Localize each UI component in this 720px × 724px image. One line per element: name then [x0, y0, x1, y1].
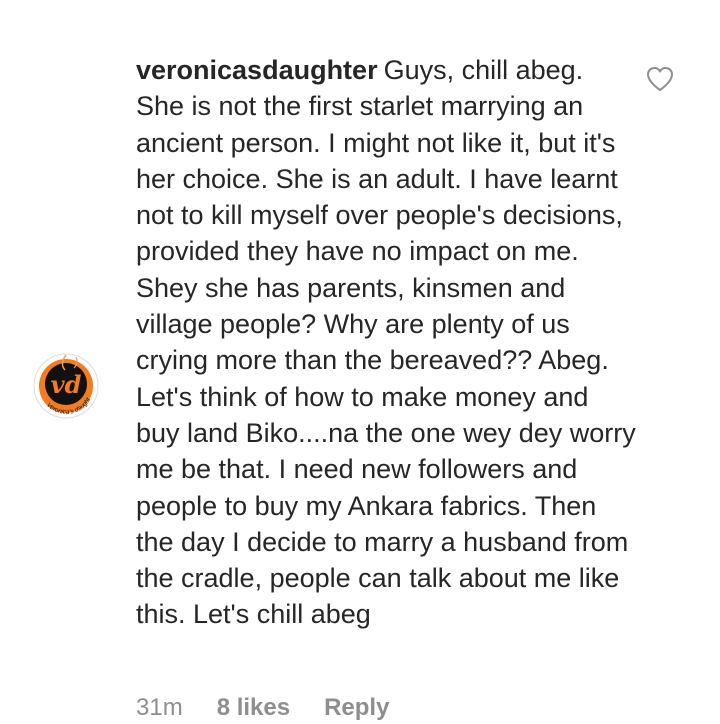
comment-text: Guys, chill abeg. She is not the first s…	[136, 55, 636, 630]
comment-timestamp[interactable]: 31m	[136, 694, 183, 722]
comment: vd Veronica's daughter veronicasdaughter…	[0, 0, 720, 721]
user-avatar[interactable]: vd Veronica's daughter	[32, 352, 100, 420]
comment-meta: 31m 8 likes Reply	[136, 692, 389, 724]
likes-count[interactable]: 8 likes	[217, 694, 290, 722]
avatar-monogram: vd	[51, 370, 82, 399]
comment-username[interactable]: veronicasdaughter	[136, 55, 378, 85]
comment-body: veronicasdaughter Guys, chill abeg. She i…	[136, 52, 636, 633]
reply-button[interactable]: Reply	[324, 694, 389, 722]
heart-outline-icon[interactable]	[646, 66, 674, 92]
